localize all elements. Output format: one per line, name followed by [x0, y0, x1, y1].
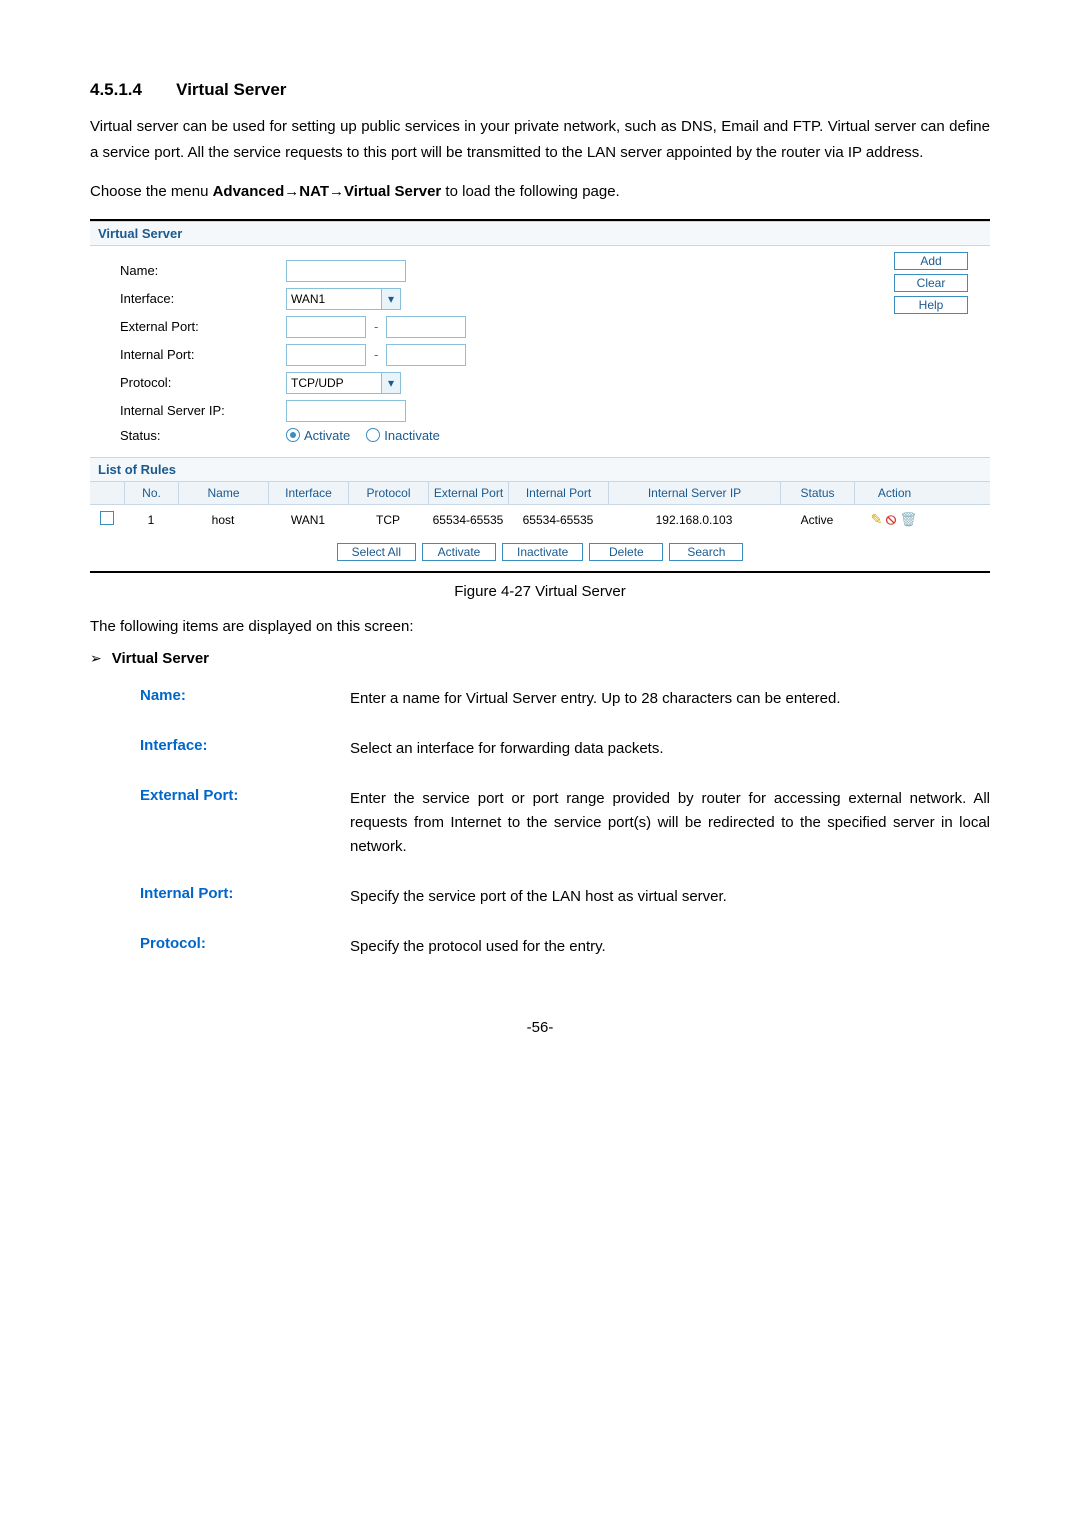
intro-paragraph-1: Virtual server can be used for setting u… — [90, 114, 990, 165]
dash-icon: - — [374, 347, 378, 362]
def-external-port-desc: Enter the service port or port range pro… — [350, 787, 990, 859]
bullet-title: Virtual Server — [112, 650, 209, 667]
cell-protocol: TCP — [348, 513, 428, 527]
col-external-port: External Port — [428, 482, 508, 504]
inactivate-button[interactable]: Inactivate — [502, 543, 583, 561]
clear-button[interactable]: Clear — [894, 274, 968, 292]
interface-label: Interface: — [120, 291, 280, 306]
external-port-input-1[interactable] — [286, 316, 366, 338]
chevron-down-icon: ▾ — [381, 289, 400, 309]
col-internal-port: Internal Port — [508, 482, 608, 504]
intro2-menu-path: Advanced→NAT→Virtual Server — [213, 183, 442, 200]
help-button[interactable]: Help — [894, 296, 968, 314]
def-name-term: Name: — [140, 687, 350, 711]
section-heading: 4.5.1.4 Virtual Server — [90, 80, 990, 100]
col-internal-server-ip: Internal Server IP — [608, 482, 780, 504]
table-button-row: Select All Activate Inactivate Delete Se… — [90, 535, 990, 571]
screenshot-section-header-vs: Virtual Server — [90, 221, 990, 246]
col-status: Status — [780, 482, 854, 504]
internal-server-ip-label: Internal Server IP: — [120, 403, 280, 418]
col-no: No. — [124, 482, 178, 504]
internal-port-input-2[interactable] — [386, 344, 466, 366]
table-row: 1 host WAN1 TCP 65534-65535 65534-65535 … — [90, 505, 990, 535]
section-number: 4.5.1.4 — [90, 80, 142, 100]
trash-icon[interactable]: 🗑 — [900, 511, 918, 527]
activate-button[interactable]: Activate — [422, 543, 496, 561]
external-port-input-2[interactable] — [386, 316, 466, 338]
bullet-icon: ➢ — [90, 650, 102, 667]
bullet-virtual-server: ➢ Virtual Server — [90, 650, 990, 667]
def-interface-desc: Select an interface for forwarding data … — [350, 737, 990, 761]
definitions: Name: Enter a name for Virtual Server en… — [140, 687, 990, 959]
col-protocol: Protocol — [348, 482, 428, 504]
cell-name: host — [178, 513, 268, 527]
name-label: Name: — [120, 263, 280, 278]
protocol-label: Protocol: — [120, 375, 280, 390]
cell-external-port: 65534-65535 — [428, 513, 508, 527]
col-action: Action — [854, 482, 934, 504]
intro-paragraph-2: Choose the menu Advanced→NAT→Virtual Ser… — [90, 179, 990, 205]
chevron-down-icon: ▾ — [381, 373, 400, 393]
cell-internal-port: 65534-65535 — [508, 513, 608, 527]
col-interface: Interface — [268, 482, 348, 504]
external-port-label: External Port: — [120, 319, 280, 334]
radio-icon — [286, 428, 300, 442]
def-interface-term: Interface: — [140, 737, 350, 761]
status-inactivate-label: Inactivate — [384, 428, 440, 443]
page-number: -56- — [90, 1019, 990, 1036]
cell-interface: WAN1 — [268, 513, 348, 527]
intro2-suffix: to load the following page. — [441, 183, 619, 200]
cell-no: 1 — [124, 513, 178, 527]
status-label: Status: — [120, 428, 280, 443]
def-protocol-term: Protocol: — [140, 935, 350, 959]
cell-status: Active — [780, 513, 854, 527]
internal-server-ip-input[interactable] — [286, 400, 406, 422]
interface-select[interactable]: WAN1 ▾ — [286, 288, 401, 310]
def-name-desc: Enter a name for Virtual Server entry. U… — [350, 687, 990, 711]
name-input[interactable] — [286, 260, 406, 282]
screenshot-panel: Virtual Server Add Clear Help Name: Inte… — [90, 219, 990, 573]
status-activate-radio[interactable]: Activate — [286, 428, 350, 443]
def-protocol-desc: Specify the protocol used for the entry. — [350, 935, 990, 959]
section-title: Virtual Server — [176, 80, 286, 99]
edit-icon[interactable]: ✎ — [871, 511, 883, 527]
status-activate-label: Activate — [304, 428, 350, 443]
add-button[interactable]: Add — [894, 252, 968, 270]
cell-action: ✎ ⦸ 🗑 — [854, 511, 934, 529]
def-internal-port-term: Internal Port: — [140, 885, 350, 909]
status-inactivate-radio[interactable]: Inactivate — [366, 428, 440, 443]
intro2-prefix: Choose the menu — [90, 183, 213, 200]
col-name: Name — [178, 482, 268, 504]
select-all-button[interactable]: Select All — [337, 543, 416, 561]
delete-button[interactable]: Delete — [589, 543, 663, 561]
figure-caption: Figure 4-27 Virtual Server — [90, 583, 990, 600]
cell-internal-server-ip: 192.168.0.103 — [608, 513, 780, 527]
remove-icon[interactable]: ⦸ — [886, 511, 896, 528]
dash-icon: - — [374, 319, 378, 334]
form-area: Add Clear Help Name: Interface: WAN1 ▾ E… — [90, 246, 990, 457]
internal-port-label: Internal Port: — [120, 347, 280, 362]
protocol-value: TCP/UDP — [291, 376, 344, 390]
interface-value: WAN1 — [291, 292, 325, 306]
row-checkbox[interactable] — [100, 511, 114, 525]
protocol-select[interactable]: TCP/UDP ▾ — [286, 372, 401, 394]
screenshot-section-header-rules: List of Rules — [90, 457, 990, 482]
def-external-port-term: External Port: — [140, 787, 350, 859]
button-stack: Add Clear Help — [894, 252, 968, 314]
internal-port-input-1[interactable] — [286, 344, 366, 366]
search-button[interactable]: Search — [669, 543, 743, 561]
rules-header-row: No. Name Interface Protocol External Por… — [90, 482, 990, 505]
screen-items-intro: The following items are displayed on thi… — [90, 618, 990, 635]
radio-icon — [366, 428, 380, 442]
def-internal-port-desc: Specify the service port of the LAN host… — [350, 885, 990, 909]
